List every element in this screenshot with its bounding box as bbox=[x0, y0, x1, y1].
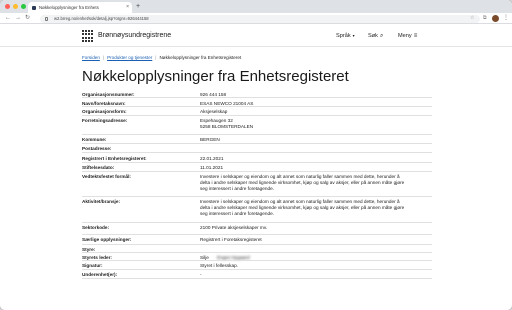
row-divider bbox=[82, 260, 432, 261]
url-text: w2.brreg.no/enhet/sok/detalj.jsp?orgnr=9… bbox=[54, 15, 149, 21]
row-divider bbox=[82, 252, 432, 253]
favicon-icon bbox=[32, 5, 36, 10]
details-value-line: 2100 Private aksjeselskaper mv. bbox=[200, 225, 268, 230]
url-field[interactable]: w2.brreg.no/enhet/sok/detalj.jsp?orgnr=9… bbox=[40, 14, 480, 23]
row-divider bbox=[82, 269, 432, 270]
browser-tab[interactable]: Nøkkelopplysninger fra Enhets × bbox=[28, 2, 132, 13]
minimize-window-button[interactable] bbox=[13, 4, 18, 9]
reload-icon[interactable]: ↻ bbox=[25, 13, 30, 24]
hamburger-icon: ≡ bbox=[413, 33, 418, 39]
search-button[interactable]: Søk ⌕ bbox=[368, 30, 383, 42]
details-label: Sektorkode: bbox=[82, 225, 110, 230]
details-value: Investere i selskaper og eiendom og alt … bbox=[200, 199, 436, 217]
page-title: Nøkkelopplysninger fra Enhetsregisteret bbox=[82, 68, 349, 85]
row-divider bbox=[82, 278, 432, 279]
row-divider bbox=[82, 134, 432, 135]
row-divider bbox=[82, 244, 432, 245]
details-value-line: seg interessert i andre foretagende. bbox=[200, 186, 275, 192]
tab-title: Nøkkelopplysninger fra Enhets bbox=[39, 5, 99, 10]
row-divider bbox=[82, 222, 432, 223]
new-tab-icon[interactable]: + bbox=[136, 2, 140, 11]
language-button[interactable]: Språk ▾ bbox=[336, 30, 355, 42]
chevron-down-icon: ▾ bbox=[352, 33, 355, 38]
tab-bar: Nøkkelopplysninger fra Enhets × + bbox=[0, 0, 512, 13]
close-window-button[interactable] bbox=[5, 4, 10, 9]
browser-window: Nøkkelopplysninger fra Enhets × + ← → ↻ … bbox=[0, 0, 512, 310]
details-value-line: 5258 BLOMSTERDALEN bbox=[200, 124, 254, 130]
row-divider bbox=[82, 97, 432, 98]
details-value: Espehaugen 32 5258 BLOMSTERDALEN bbox=[200, 118, 436, 130]
details-value-line: seg interessert i andre foretagende. bbox=[200, 211, 275, 217]
search-icon: ⌕ bbox=[379, 33, 384, 39]
details-value: Investere i selskaper og eiendom og alt … bbox=[200, 174, 436, 192]
breadcrumb-home-link[interactable]: Forsiden bbox=[82, 55, 100, 60]
details-label: Særlige opplysninger: bbox=[82, 237, 132, 242]
back-arrow-icon[interactable]: ← bbox=[5, 13, 11, 24]
details-value: Registrert i Foretaksregisteret bbox=[200, 237, 436, 243]
brreg-logo-icon[interactable] bbox=[82, 30, 94, 42]
menu-label: Meny bbox=[398, 33, 412, 39]
close-tab-icon[interactable]: × bbox=[126, 2, 129, 13]
menu-button[interactable]: Meny ≡ bbox=[398, 30, 417, 42]
window-controls bbox=[5, 4, 26, 9]
details-label: Vedtektsfestet formål: bbox=[82, 174, 131, 179]
row-divider bbox=[82, 162, 432, 163]
row-divider bbox=[82, 196, 432, 197]
forward-arrow-icon[interactable]: → bbox=[15, 13, 21, 24]
details-value-line: Registrert i Foretaksregisteret bbox=[200, 237, 262, 242]
details-value: 2100 Private aksjeselskaper mv. bbox=[200, 225, 436, 231]
address-bar-row: ← → ↻ w2.brreg.no/enhet/sok/detalj.jsp?o… bbox=[0, 13, 512, 24]
details-label: Forretningsadresse: bbox=[82, 118, 128, 123]
bookmark-star-icon[interactable]: ☆ bbox=[470, 13, 474, 24]
details-label: Aktivitet/bransje: bbox=[82, 199, 121, 204]
maximize-window-button[interactable] bbox=[21, 4, 26, 9]
search-label: Søk bbox=[368, 33, 378, 39]
extensions-icon[interactable]: ⧉ bbox=[483, 13, 487, 24]
language-label: Språk bbox=[336, 33, 351, 39]
lock-icon bbox=[45, 16, 48, 21]
breadcrumb-products-link[interactable]: Produkter og tjenester bbox=[107, 55, 152, 60]
row-divider bbox=[82, 115, 432, 116]
site-brand[interactable]: Brønnøysundregistrene bbox=[98, 30, 171, 42]
browser-menu-icon[interactable]: ⋮ bbox=[503, 13, 509, 24]
profile-avatar[interactable] bbox=[492, 15, 499, 22]
row-divider bbox=[82, 234, 432, 235]
row-divider bbox=[82, 143, 432, 144]
row-divider bbox=[82, 106, 432, 107]
breadcrumb: Forsiden | Produkter og tjenester | Nøkkelop… bbox=[82, 55, 242, 60]
breadcrumb-current: Nøkkelopplysninger fra Enhetsregisteret bbox=[159, 55, 242, 60]
row-divider bbox=[82, 152, 432, 153]
row-divider bbox=[82, 171, 432, 172]
site-header: Brønnøysundregistrene Språk ▾ Søk ⌕ Meny… bbox=[0, 25, 512, 47]
